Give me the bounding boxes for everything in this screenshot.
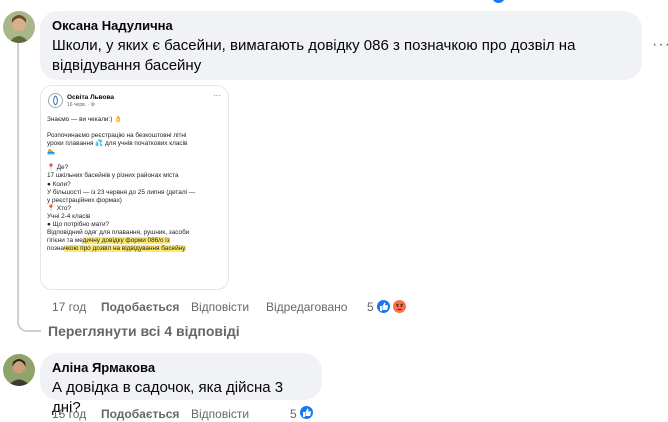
globe-icon: ⚙ [90, 102, 96, 108]
comment-text: Школи, у яких є басейни, вимагають довід… [52, 37, 576, 54]
embedded-line: 🏊 [47, 148, 55, 156]
embedded-line [47, 124, 227, 132]
embedded-line: У більшості — із 23 червня до 25 липня (… [47, 188, 196, 196]
like-button[interactable]: Подобається [101, 407, 179, 421]
reaction-count[interactable]: 5 [367, 300, 374, 314]
reply-button[interactable]: Відповісти [191, 300, 249, 314]
thread-line-elbow [17, 322, 41, 332]
embedded-line: Відповідний одяг для плавання, рушник, з… [47, 229, 190, 237]
comment-timestamp[interactable]: 17 год [52, 300, 86, 314]
embedded-post-date: 16 черв. · ⚙ [67, 102, 96, 108]
embedded-post-text: Знаємо — ви чекали:) 👌 Розпочинаємо реєс… [47, 116, 227, 253]
avatar[interactable] [3, 11, 35, 43]
like-icon [490, 0, 507, 5]
thread-line-vertical [17, 42, 19, 324]
view-replies-link[interactable]: Переглянути всі 4 відповіді [48, 323, 240, 339]
comment-text-continued: відвідування басейну [52, 57, 202, 74]
comment-author[interactable]: Аліна Ярмакова [52, 360, 310, 376]
embedded-line: Розпочинаємо реєстрацію на безкоштовні л… [47, 132, 187, 140]
comment-bubble: Аліна Ярмакова А довідка в садочок, яка … [40, 353, 322, 416]
reaction-count[interactable]: 5 [290, 407, 297, 421]
embedded-more-icon: ··· [213, 91, 221, 100]
embedded-line: ● Що потрібно мати? [47, 221, 110, 229]
page-logo-icon [48, 93, 63, 108]
embedded-line: у реєстраційних формах) [47, 196, 122, 204]
embedded-line: ● Коли? [47, 180, 71, 188]
like-icon[interactable] [298, 404, 315, 421]
embedded-line: Знаємо — ви чекали:) 👌 [47, 116, 123, 123]
embedded-line: 📍 Хто? [47, 204, 71, 212]
comment-timestamp[interactable]: 15 год [52, 407, 86, 421]
comment-author[interactable]: Оксана Надулична [52, 18, 630, 34]
embedded-line [47, 156, 227, 164]
angry-icon[interactable] [391, 298, 408, 315]
embedded-line: 17 шкільних басейнів у різних районах мі… [47, 172, 179, 180]
embedded-post-image[interactable]: Освіта Львова 16 черв. · ⚙ ··· Знаємо — … [40, 85, 229, 290]
comment-bubble: Оксана Надулична Школи, у яких є басейни… [40, 11, 642, 80]
like-icon[interactable] [375, 298, 392, 315]
embedded-line: Учні 2-4 класів [47, 212, 91, 220]
embedded-page-name: Освіта Львова [67, 94, 115, 101]
embedded-line: уроки плавання 💦 для учнів початкових кл… [47, 140, 188, 148]
reply-button[interactable]: Відповісти [191, 407, 249, 421]
avatar[interactable] [3, 354, 35, 386]
embedded-line-highlighted: позначкою про дозвіл на відвідування бас… [47, 245, 187, 253]
more-options-icon[interactable]: ··· [652, 36, 668, 54]
edited-label: Відредаговано [266, 300, 348, 314]
like-button[interactable]: Подобається [101, 300, 179, 314]
